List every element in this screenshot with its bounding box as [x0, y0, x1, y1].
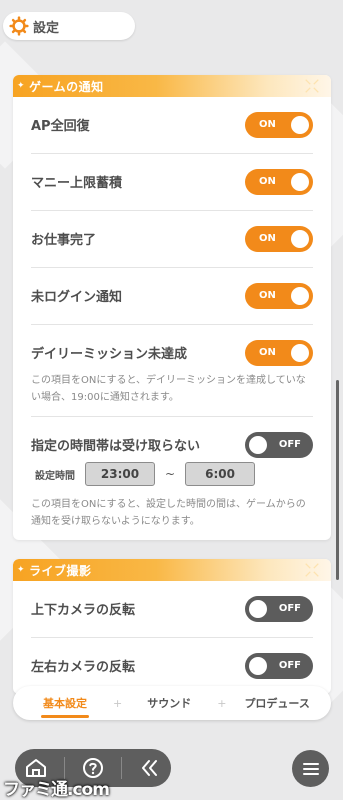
setting-row-not-logged-in: 未ログイン通知 ON	[31, 268, 313, 325]
toggle-knob	[249, 600, 267, 618]
tab-separator: +	[113, 696, 123, 710]
settings-tab-bar: 基本設定 + サウンド + プロデュース	[13, 686, 331, 720]
sparkle-icon: ✦	[17, 81, 25, 91]
setting-label: マニー上限蓄積	[31, 176, 123, 191]
setting-row-daily-mission: デイリーミッション未達成 ON この項目をONにすると、デイリーミッションを達成…	[31, 325, 313, 417]
live-capture-panel: ✦ ライブ撮影 上下カメラの反転 OFF 左右カメラの反転 OFF	[13, 559, 331, 694]
section-title: ライブ撮影	[29, 563, 92, 578]
money-cap-toggle[interactable]: ON	[245, 169, 313, 195]
end-time-field[interactable]: 6:00	[185, 462, 256, 486]
watermark-logo: ファミ通.com	[3, 780, 110, 800]
gear-icon	[9, 16, 29, 36]
setting-description: この項目をONにすると、設定した時間の間は、ゲームからの通知を受け取らないように…	[31, 499, 306, 527]
tab-sound[interactable]: サウンド	[147, 695, 191, 711]
quiet-hours-toggle[interactable]: OFF	[245, 432, 313, 458]
ap-recovery-toggle[interactable]: ON	[245, 112, 313, 138]
setting-row-money-cap: マニー上限蓄積 ON	[31, 154, 313, 211]
scrollbar[interactable]	[336, 380, 339, 580]
setting-row-quiet-hours: 指定の時間帯は受け取らない OFF 設定時間 23:00 ~ 6:00 この項目…	[31, 417, 313, 540]
setting-label: 左右カメラの反転	[31, 660, 136, 675]
toggle-knob	[291, 230, 309, 248]
toggle-knob	[249, 657, 267, 675]
toggle-state: OFF	[278, 439, 301, 450]
tab-separator: +	[217, 696, 227, 710]
settings-header: 設定	[3, 12, 135, 40]
sparkle-decoration-icon	[305, 563, 319, 577]
setting-label: AP全回復	[31, 119, 90, 134]
section-header: ✦ ライブ撮影	[13, 559, 331, 581]
back-icon[interactable]	[136, 754, 164, 782]
sparkle-decoration-icon	[305, 79, 319, 93]
toggle-knob	[291, 344, 309, 362]
setting-row-work-complete: お仕事完了 ON	[31, 211, 313, 268]
setting-label: 上下カメラの反転	[31, 603, 136, 618]
sparkle-icon: ✦	[17, 565, 25, 575]
start-time-field[interactable]: 23:00	[85, 462, 155, 486]
toggle-state: ON	[259, 233, 276, 244]
toggle-state: ON	[259, 119, 276, 130]
time-range-separator: ~	[165, 467, 176, 481]
section-header: ✦ ゲームの通知	[13, 75, 331, 97]
setting-label: 未ログイン通知	[31, 290, 123, 305]
menu-icon[interactable]	[292, 750, 329, 787]
nav-divider	[121, 757, 122, 779]
toggle-state: ON	[259, 290, 276, 301]
tab-basic-settings[interactable]: 基本設定	[41, 695, 89, 718]
toggle-knob	[291, 173, 309, 191]
setting-row-ap-recovery: AP全回復 ON	[31, 97, 313, 154]
section-title: ゲームの通知	[29, 79, 104, 94]
toggle-knob	[291, 287, 309, 305]
setting-row-vertical-camera-flip: 上下カメラの反転 OFF	[31, 581, 313, 638]
horizontal-camera-flip-toggle[interactable]: OFF	[245, 653, 313, 679]
setting-description: この項目をONにすると、デイリーミッションを達成していない場合、19:00に通知…	[31, 375, 306, 403]
work-complete-toggle[interactable]: ON	[245, 226, 313, 252]
setting-label: お仕事完了	[31, 233, 97, 248]
not-logged-in-toggle[interactable]: ON	[245, 283, 313, 309]
time-range-label: 設定時間	[35, 470, 75, 482]
page-title: 設定	[33, 20, 60, 36]
quiet-hours-time-range: 設定時間 23:00 ~ 6:00	[31, 462, 313, 486]
tab-produce[interactable]: プロデュース	[244, 695, 309, 711]
toggle-knob	[249, 436, 267, 454]
daily-mission-toggle[interactable]: ON	[245, 340, 313, 366]
toggle-state: OFF	[278, 660, 301, 671]
toggle-state: OFF	[278, 603, 301, 614]
toggle-state: ON	[259, 176, 276, 187]
vertical-camera-flip-toggle[interactable]: OFF	[245, 596, 313, 622]
toggle-state: ON	[259, 347, 276, 358]
toggle-knob	[291, 116, 309, 134]
game-notifications-panel: ✦ ゲームの通知 AP全回復 ON マニー上限蓄積 ON お仕事完了 ON 未ロ…	[13, 75, 331, 540]
